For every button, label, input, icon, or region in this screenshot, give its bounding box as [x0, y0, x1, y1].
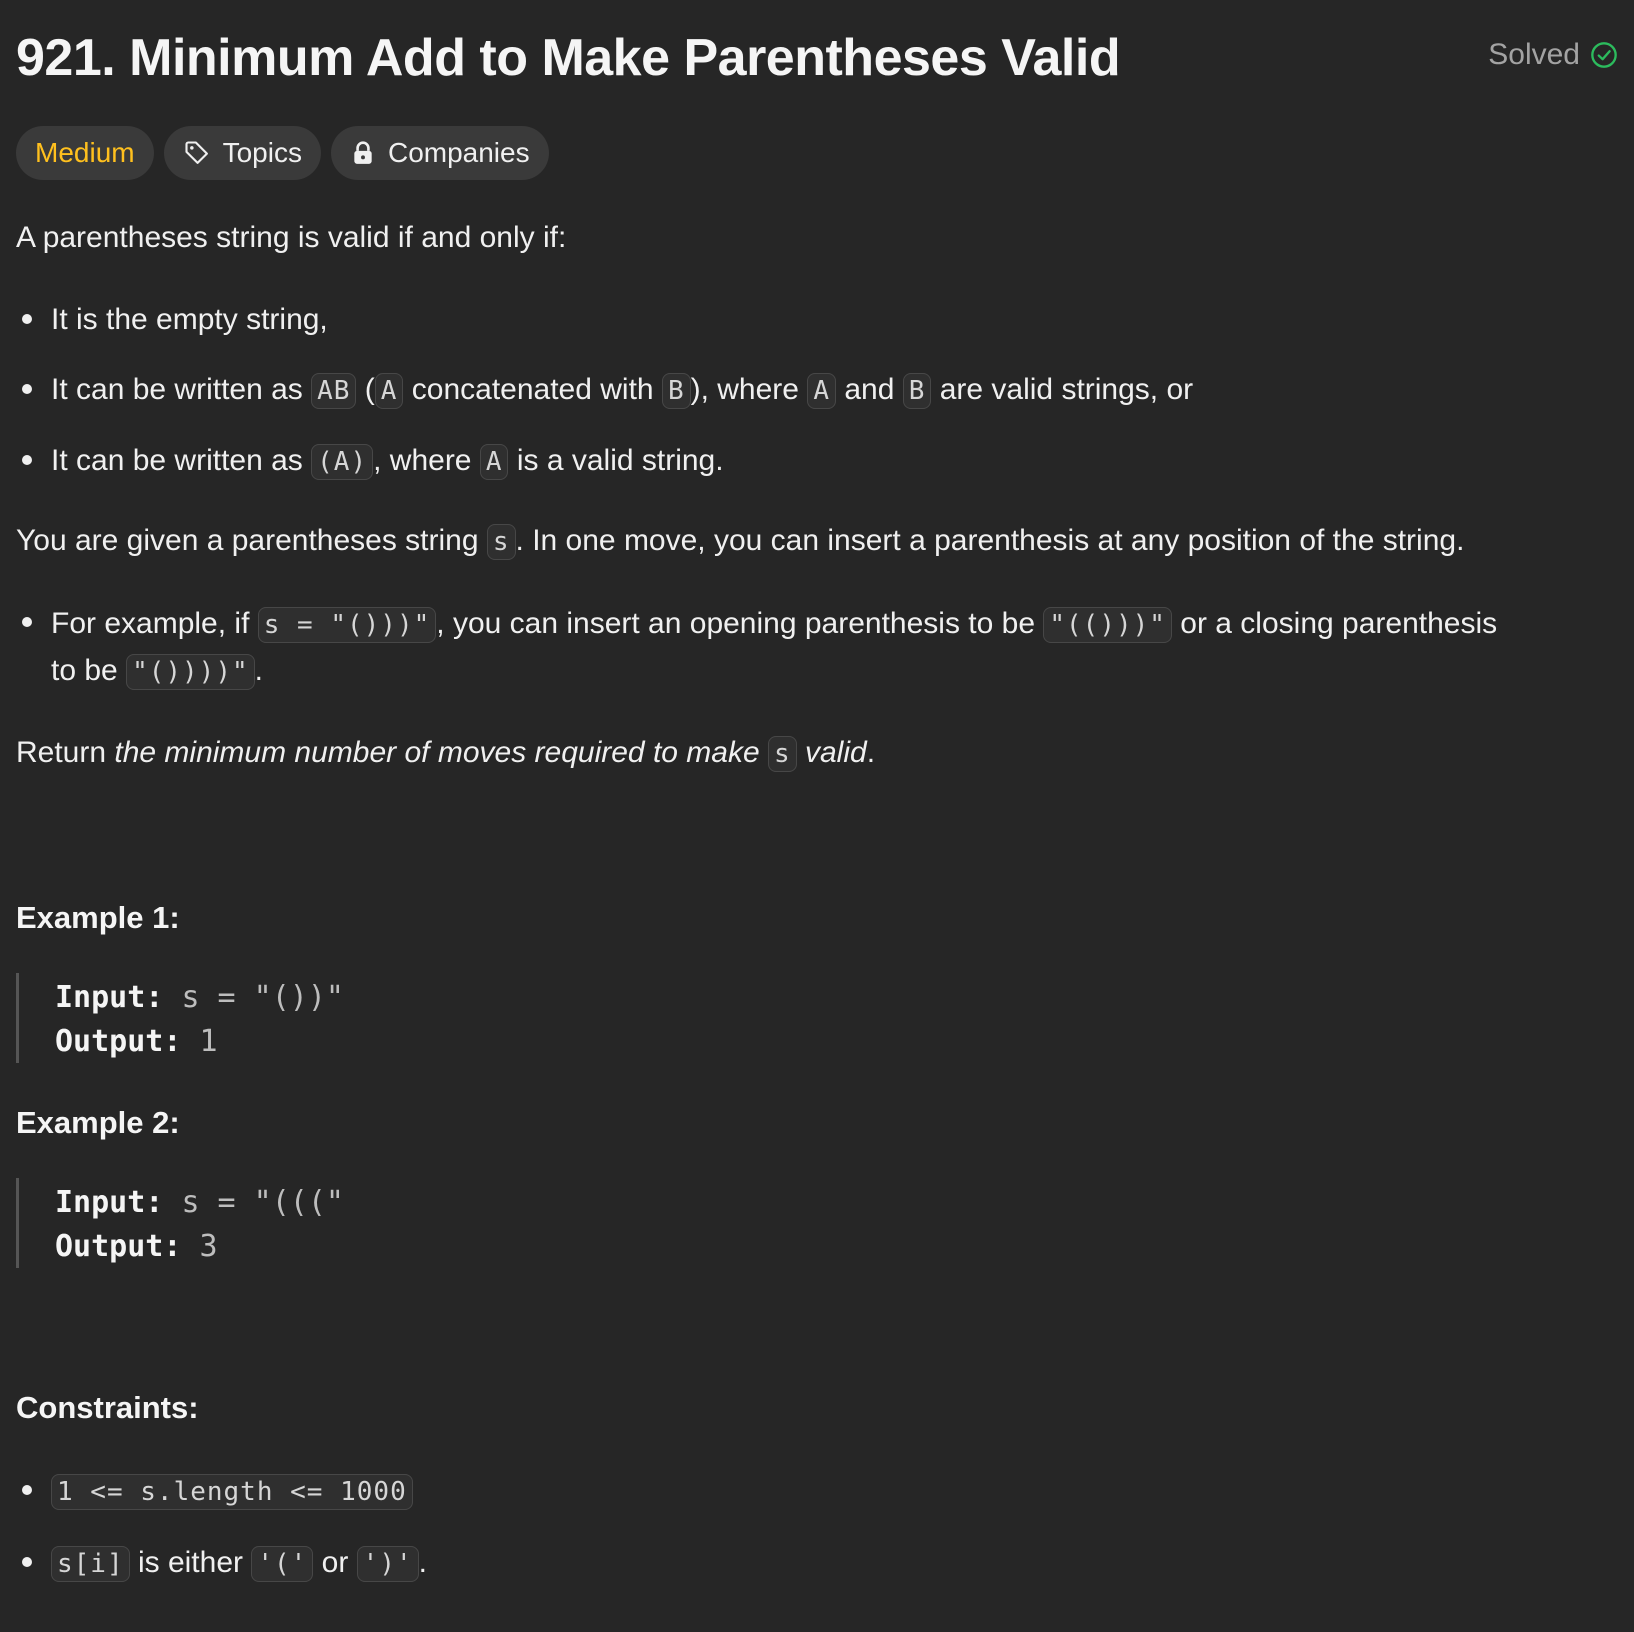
input-label: Input:: [55, 1185, 164, 1220]
companies-label: Companies: [387, 137, 530, 168]
problem-title[interactable]: 921. Minimum Add to Make Parentheses Val…: [16, 26, 1121, 90]
companies-button[interactable]: Companies: [330, 126, 549, 180]
bullet: [22, 455, 32, 465]
inline-code: s: [768, 736, 797, 772]
rule-item-2: It can be written as AB (A concatenated …: [51, 368, 1193, 413]
example-1-block: Input: s = "())" Output: 1: [16, 973, 344, 1063]
input-value: s = "())": [181, 980, 344, 1015]
inline-code: B: [661, 373, 691, 409]
output-value: 3: [199, 1229, 218, 1264]
inline-code: "(()))": [1043, 607, 1172, 643]
inline-code: A: [374, 373, 404, 409]
given-text: You are given a parentheses string s. In…: [16, 519, 1464, 564]
input-value: s = "(((": [181, 1185, 344, 1220]
rule-item-3: It can be written as (A), where A is a v…: [51, 439, 724, 484]
output-value: 1: [199, 1024, 218, 1059]
inline-code: (A): [311, 444, 374, 480]
problem-description-panel: 921. Minimum Add to Make Parentheses Val…: [16, 0, 1626, 1582]
tag-icon: [183, 139, 211, 167]
topics-label: Topics: [222, 137, 302, 168]
output-label: Output:: [55, 1024, 182, 1059]
output-label: Output:: [55, 1229, 182, 1264]
title-row: 921. Minimum Add to Make Parentheses Val…: [16, 0, 1626, 118]
constraints-heading: Constraints:: [16, 1390, 199, 1425]
example-note-item: For example, if s = "()))", you can inse…: [51, 601, 1497, 695]
constraint-item-2: s[i] is either '(' or ')'.: [51, 1541, 427, 1586]
topics-button[interactable]: Topics: [163, 126, 321, 180]
inline-code: s = "()))": [257, 607, 437, 643]
inline-code: s[i]: [51, 1546, 130, 1582]
inline-code: 1 <= s.length <= 1000: [51, 1474, 413, 1510]
return-text: Return the minimum number of moves requi…: [16, 731, 875, 776]
input-label: Input:: [55, 980, 164, 1015]
inline-code: ')': [356, 1546, 419, 1582]
inline-code: s: [486, 524, 516, 560]
example-2-block: Input: s = "(((" Output: 3: [16, 1178, 344, 1268]
difficulty-label: Medium: [35, 137, 135, 168]
tag-row: Medium Topics Companies: [16, 126, 549, 180]
bullet: [22, 1557, 32, 1567]
rule-item-1: It is the empty string,: [51, 303, 328, 336]
solved-label: Solved: [1488, 38, 1580, 71]
inline-code: AB: [311, 373, 357, 409]
inline-code: A: [479, 444, 509, 480]
bullet: [22, 1485, 32, 1495]
inline-code: B: [902, 373, 932, 409]
check-circle-icon: [1590, 41, 1618, 69]
intro-text: A parentheses string is valid if and onl…: [16, 221, 567, 254]
difficulty-badge: Medium: [16, 126, 154, 180]
lock-icon: [350, 140, 376, 166]
bullet: [22, 384, 32, 394]
example-1-heading: Example 1:: [16, 900, 180, 935]
inline-code: A: [807, 373, 836, 409]
constraint-item-1: 1 <= s.length <= 1000: [51, 1469, 413, 1514]
example-2-heading: Example 2:: [16, 1105, 180, 1140]
bullet: [22, 617, 32, 627]
bullet: [22, 314, 32, 324]
inline-code: '(': [251, 1546, 314, 1582]
solved-status: Solved: [1488, 38, 1618, 72]
inline-code: "())))": [126, 654, 255, 690]
